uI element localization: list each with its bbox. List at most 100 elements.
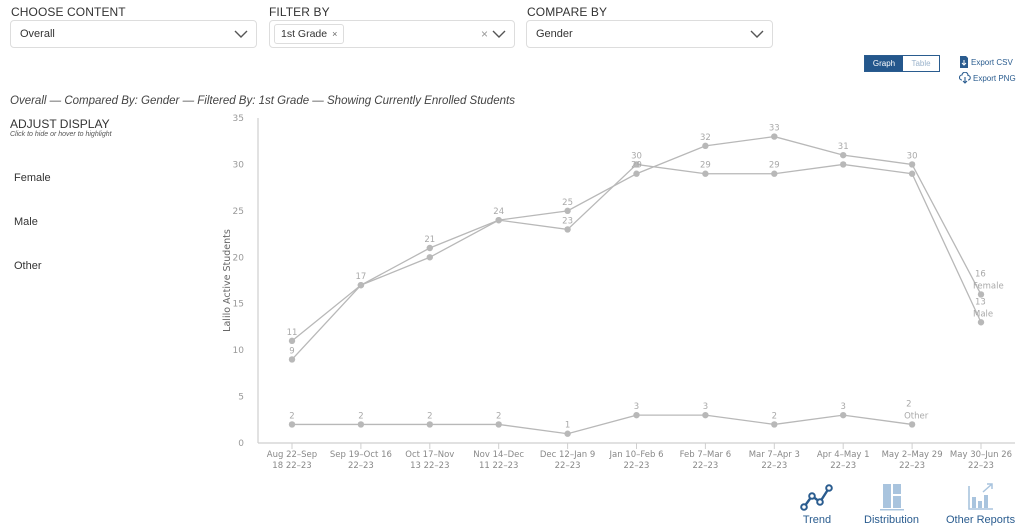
data-point-other — [495, 421, 502, 428]
x-tick-label: Aug 22–Sep — [267, 450, 317, 460]
data-point-other — [633, 411, 640, 419]
data-label-other: 2 — [906, 399, 911, 409]
x-tick-label: Dec 12–Jan 9 — [540, 450, 595, 460]
data-label-male: 13 — [975, 297, 986, 307]
y-tick-label: 15 — [233, 300, 244, 310]
data-point-other — [564, 430, 571, 437]
x-tick-label: Sep 19–Oct 16 — [330, 450, 392, 460]
data-point-other — [357, 421, 365, 428]
trend-label: Trend — [802, 514, 832, 526]
data-point-male — [357, 281, 365, 289]
data-label-female: 11 — [287, 328, 298, 338]
x-tick-label: May 2–May 29 — [882, 450, 943, 460]
x-tick-label: 22–23 — [555, 461, 581, 471]
data-point-female — [426, 244, 433, 252]
data-point-male — [771, 170, 778, 177]
data-label-male: 9 — [289, 346, 294, 356]
x-tick-label: 22–23 — [968, 461, 994, 471]
y-tick-label: 20 — [233, 253, 245, 263]
series-line-male — [291, 163, 982, 360]
data-label-female: 16 — [975, 269, 986, 279]
x-tick-label: Feb 7–Mar 6 — [680, 450, 732, 460]
x-tick-label: 22–23 — [899, 461, 925, 471]
data-label-other: 2 — [289, 411, 294, 421]
trend-button[interactable]: Trend — [799, 482, 835, 526]
series-end-label-other: Other — [904, 411, 929, 421]
data-label-male: 30 — [631, 151, 642, 161]
data-label-other: 2 — [358, 411, 363, 421]
data-point-male — [908, 170, 916, 177]
y-tick-label: 35 — [233, 114, 244, 124]
distribution-label: Distribution — [864, 514, 920, 526]
data-point-female — [564, 207, 571, 215]
data-point-male — [977, 319, 985, 326]
data-label-female: 29 — [631, 161, 642, 171]
x-tick-label: Mar 7–Apr 3 — [749, 450, 800, 460]
data-label-other: 2 — [427, 411, 432, 421]
other-reports-button[interactable]: Other Reports — [946, 482, 1015, 526]
data-point-other — [840, 411, 847, 419]
data-label-other: 3 — [840, 402, 845, 412]
data-point-other — [426, 421, 433, 428]
y-tick-label: 5 — [238, 393, 244, 403]
data-point-female — [771, 133, 778, 140]
data-point-female — [633, 170, 640, 177]
data-label-female: 24 — [493, 207, 504, 217]
x-tick-label: 22–23 — [692, 461, 718, 471]
x-tick-label: 22–23 — [830, 461, 856, 471]
data-point-female — [702, 142, 709, 150]
data-point-male — [495, 216, 502, 224]
x-tick-label: Nov 14–Dec — [473, 450, 524, 460]
x-tick-label: 18 22–23 — [272, 461, 311, 471]
x-tick-label: Apr 4–May 1 — [817, 450, 870, 460]
data-label-other: 2 — [496, 411, 501, 421]
y-tick-label: 30 — [233, 160, 245, 170]
series-end-label-male: Male — [973, 309, 993, 319]
series-end-label-female: Female — [973, 281, 1004, 291]
data-label-female: 32 — [700, 133, 711, 143]
data-label-female: 17 — [355, 272, 366, 282]
data-label-male: 29 — [700, 161, 711, 171]
y-axis-title: Lalilo Active Students — [222, 229, 233, 332]
data-label-female: 25 — [562, 198, 573, 208]
data-point-male — [564, 226, 571, 233]
data-label-other: 3 — [703, 402, 708, 412]
data-point-male — [426, 254, 433, 261]
data-point-other — [771, 421, 778, 428]
data-label-female: 21 — [424, 235, 435, 245]
x-tick-label: Oct 17–Nov — [405, 450, 454, 460]
data-label-male: 23 — [562, 216, 573, 226]
data-label-other: 3 — [634, 402, 639, 412]
line-chart: 0 5 10 15 20 25 30 35 Lalilo Active Students Aug … — [222, 114, 1015, 471]
x-tick-label: 13 22–23 — [410, 461, 449, 471]
y-tick-label: 10 — [233, 346, 245, 356]
data-point-male — [702, 170, 709, 177]
data-label-other: 1 — [565, 421, 570, 431]
x-tick-label: 22–23 — [624, 461, 650, 471]
x-tick-label: 11 22–23 — [479, 461, 518, 471]
data-label-other: 2 — [772, 411, 777, 421]
data-label-female: 30 — [907, 151, 918, 161]
other-reports-label: Other Reports — [946, 514, 1016, 526]
data-point-other — [702, 411, 709, 419]
trend-line-icon — [800, 484, 833, 511]
x-tick-label: 22–23 — [761, 461, 787, 471]
data-label-female: 31 — [838, 142, 849, 152]
distribution-icon — [879, 484, 904, 511]
data-point-female — [908, 161, 916, 168]
data-label-female: 33 — [769, 124, 780, 134]
x-tick-label: 22–23 — [348, 461, 374, 471]
data-point-other — [908, 421, 916, 428]
data-label-male: 29 — [769, 161, 780, 171]
data-point-male — [840, 161, 847, 168]
data-point-female — [840, 151, 847, 159]
data-point-other — [288, 421, 296, 428]
data-point-male — [288, 356, 296, 363]
bar-chart-arrow-icon — [967, 483, 993, 510]
series-line-other — [292, 414, 913, 435]
distribution-button[interactable]: Distribution — [864, 482, 919, 526]
data-point-female — [288, 337, 296, 345]
x-tick-label: May 30–Jun 26 — [950, 450, 1012, 460]
y-tick-label: 25 — [233, 207, 244, 217]
y-tick-label: 0 — [238, 439, 244, 449]
